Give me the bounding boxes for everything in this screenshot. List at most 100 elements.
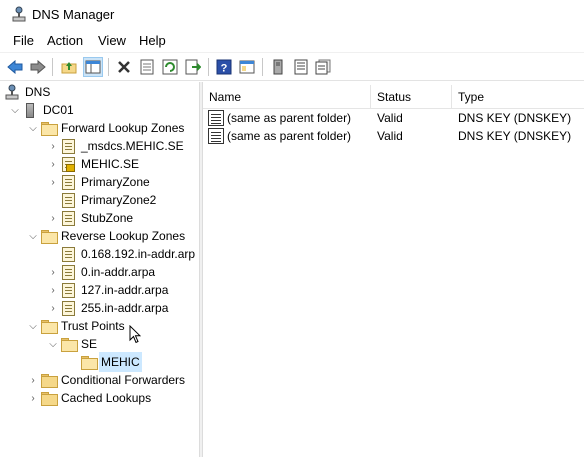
tree-label: DC01 [43, 103, 74, 117]
chevron-right-icon[interactable]: › [46, 281, 60, 299]
chevron-down-icon[interactable]: ⌵ [26, 119, 40, 137]
chevron-right-icon[interactable]: › [46, 155, 60, 173]
chevron-right-icon[interactable]: › [46, 209, 60, 227]
tree-item-conditional-forwarders[interactable]: › Conditional Forwarders [26, 371, 186, 389]
tree-item-zone[interactable]: 0.168.192.in-addr.arp [46, 245, 196, 263]
zone-icon [60, 246, 76, 262]
tree-item-trust-mehic[interactable]: MEHIC [66, 352, 142, 372]
tree-item-zone[interactable]: › StubZone [46, 209, 134, 227]
folder-icon [40, 390, 58, 406]
chevron-down-icon[interactable]: ⌵ [26, 317, 40, 335]
chevron-right-icon[interactable]: › [26, 389, 40, 407]
record-copy-icon[interactable] [313, 57, 333, 77]
up-folder-icon[interactable] [59, 57, 79, 77]
folder-icon [40, 372, 58, 388]
tree-item-zone[interactable]: › MEHIC.SE [46, 155, 140, 173]
zone-icon [60, 300, 76, 316]
tree-label: 0.in-addr.arpa [81, 265, 156, 279]
help-icon[interactable]: ? [214, 57, 234, 77]
zone-icon [60, 264, 76, 280]
export-list-icon[interactable] [183, 57, 203, 77]
menu-help[interactable]: Help [138, 33, 167, 48]
refresh-icon[interactable] [160, 57, 180, 77]
list-header: Name Status Type [203, 85, 584, 109]
svg-text:?: ? [221, 63, 228, 75]
tree-item-reverse-lookup-zones[interactable]: ⌵ Reverse Lookup Zones [26, 227, 186, 245]
tree-item-zone[interactable]: › 127.in-addr.arpa [46, 281, 169, 299]
tree-item-forward-lookup-zones[interactable]: ⌵ Forward Lookup Zones [26, 119, 185, 137]
zone-icon [60, 282, 76, 298]
record-icon[interactable] [291, 57, 311, 77]
tree-item-zone[interactable]: › PrimaryZone [46, 173, 151, 191]
toolbar-separator [208, 58, 209, 76]
tree-item-trust-se[interactable]: ⌵ SE [46, 335, 98, 353]
back-arrow-icon[interactable] [5, 57, 25, 77]
menu-action[interactable]: Action [46, 33, 84, 48]
menu-bar: File Action View Help [0, 30, 584, 52]
zone-icon [60, 138, 76, 154]
tree-item-zone[interactable]: › _msdcs.MEHIC.SE [46, 137, 185, 155]
dnskey-record-icon [208, 110, 224, 126]
show-console-tree-icon[interactable] [83, 57, 103, 77]
signed-zone-icon [60, 156, 76, 172]
tree-label: PrimaryZone2 [81, 193, 157, 207]
tree-item-zone[interactable]: › 0.in-addr.arpa [46, 263, 156, 281]
dns-icon [4, 84, 20, 100]
tree-label: Conditional Forwarders [61, 373, 186, 387]
folder-icon [40, 318, 58, 334]
menu-view[interactable]: View [97, 33, 127, 48]
chevron-right-icon[interactable]: › [46, 263, 60, 281]
tree-item-cached-lookups[interactable]: › Cached Lookups [26, 389, 152, 407]
mmc-icon[interactable] [237, 57, 257, 77]
chevron-right-icon[interactable]: › [46, 173, 60, 191]
tree-label: Forward Lookup Zones [61, 121, 185, 135]
zone-icon [60, 192, 76, 208]
tree-label: MEHIC [99, 352, 142, 372]
tree-item-dns[interactable]: DNS [4, 83, 51, 101]
chevron-right-icon[interactable]: › [26, 371, 40, 389]
record-status: Valid [377, 111, 403, 125]
tree-item-zone[interactable]: PrimaryZone2 [46, 191, 157, 209]
record-type: DNS KEY (DNSKEY) [458, 111, 572, 125]
tree-label: Trust Points [61, 319, 125, 333]
window-title: DNS Manager [32, 7, 115, 22]
tree-item-zone[interactable]: › 255.in-addr.arpa [46, 299, 169, 317]
tree-label: StubZone [81, 211, 134, 225]
folder-icon [40, 228, 58, 244]
record-name: (same as parent folder) [227, 111, 352, 125]
console-tree: DNS ⌵ DC01 ⌵ Forward Lookup Zones › _msd… [0, 82, 199, 457]
folder-icon [80, 354, 98, 370]
folder-icon [40, 120, 58, 136]
server-icon[interactable] [268, 57, 288, 77]
delete-icon[interactable] [114, 57, 134, 77]
tree-label: DNS [25, 85, 51, 99]
results-list: Name Status Type (same as parent folder)… [203, 82, 584, 457]
chevron-right-icon[interactable]: › [46, 299, 60, 317]
column-header-type[interactable]: Type [452, 85, 584, 109]
tree-label: 255.in-addr.arpa [81, 301, 169, 315]
table-row[interactable]: (same as parent folder) Valid DNS KEY (D… [203, 109, 584, 127]
toolbar-separator [262, 58, 263, 76]
column-header-name[interactable]: Name [203, 85, 371, 109]
menu-file[interactable]: File [12, 33, 35, 48]
properties-icon[interactable] [137, 57, 157, 77]
tree-item-trust-points[interactable]: ⌵ Trust Points [26, 317, 126, 335]
toolbar-separator [108, 58, 109, 76]
tree-label: PrimaryZone [81, 175, 150, 189]
mouse-cursor-icon [129, 324, 142, 347]
forward-arrow-icon[interactable] [28, 57, 48, 77]
table-row[interactable]: (same as parent folder) Valid DNS KEY (D… [203, 127, 584, 145]
tree-item-dc01[interactable]: ⌵ DC01 [8, 101, 75, 119]
dnskey-record-icon [208, 128, 224, 144]
tree-label: 0.168.192.in-addr.arp [81, 247, 196, 261]
chevron-right-icon[interactable]: › [46, 137, 60, 155]
tree-label: Reverse Lookup Zones [61, 229, 186, 243]
record-name: (same as parent folder) [227, 129, 352, 143]
chevron-down-icon[interactable]: ⌵ [46, 335, 60, 353]
record-status: Valid [377, 129, 403, 143]
tree-label: MEHIC.SE [81, 157, 140, 171]
chevron-down-icon[interactable]: ⌵ [26, 227, 40, 245]
chevron-down-icon[interactable]: ⌵ [8, 101, 22, 119]
column-header-status[interactable]: Status [371, 85, 452, 109]
record-type: DNS KEY (DNSKEY) [458, 129, 572, 143]
